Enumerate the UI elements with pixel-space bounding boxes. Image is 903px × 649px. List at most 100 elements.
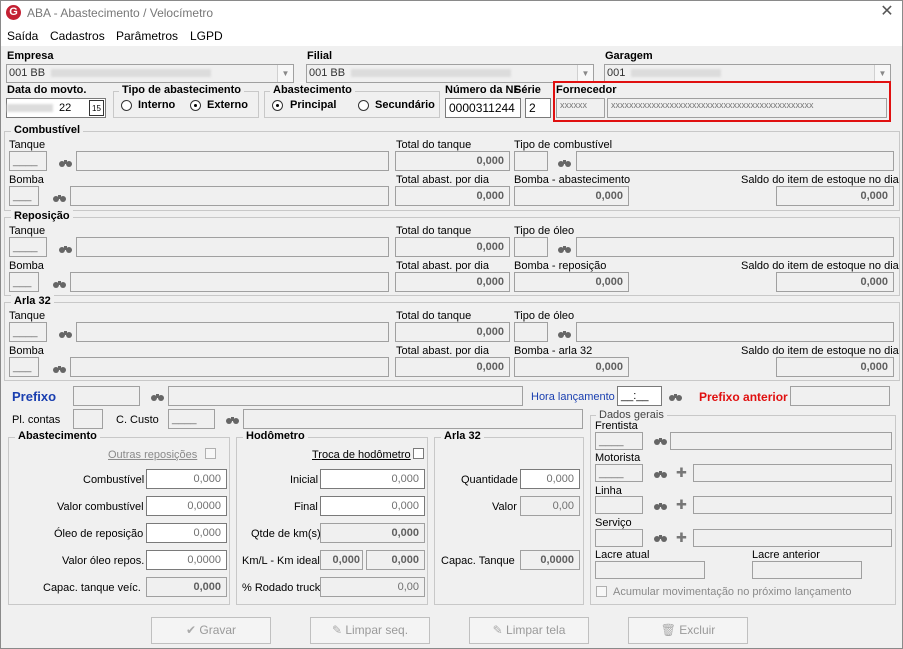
filial-select[interactable]: 001 BB ▼: [306, 64, 594, 83]
binoculars-icon[interactable]: [53, 279, 66, 289]
motorista-input[interactable]: ____: [595, 464, 643, 482]
reposicao-tipo-input[interactable]: [514, 237, 548, 257]
servico-label: Serviço: [595, 517, 632, 529]
quantidade-input[interactable]: 0,000: [520, 469, 580, 489]
prefixo-input[interactable]: [73, 386, 140, 406]
limpar-seq-button[interactable]: ✎ Limpar seq.: [310, 617, 430, 644]
binoculars-icon[interactable]: [226, 415, 239, 425]
tipo-label: Tipo de abastecimento: [119, 84, 244, 96]
acumular-checkbox[interactable]: [596, 586, 607, 597]
binoculars-icon[interactable]: [53, 193, 66, 203]
binoculars-icon[interactable]: [654, 469, 667, 479]
hora-label: Hora lançamento: [531, 391, 615, 403]
menu-lgpd[interactable]: LGPD: [190, 29, 223, 43]
binoculars-icon[interactable]: [654, 501, 667, 511]
hora-input[interactable]: __:__: [617, 386, 662, 406]
limpar-tela-button[interactable]: ✎ Limpar tela: [469, 617, 589, 644]
combustivel-label: Combustível: [83, 474, 145, 486]
principal-label: Principal: [290, 99, 337, 111]
reposicao-tanque-input[interactable]: ____: [9, 237, 47, 257]
binoculars-icon[interactable]: [59, 329, 72, 339]
excluir-button[interactable]: 🗑 Excluir: [628, 617, 748, 644]
combustivel-title: Combustível: [11, 124, 84, 136]
reposicao-total-tanque-label: Total do tanque: [396, 225, 472, 237]
inicial-input[interactable]: 0,000: [320, 469, 425, 489]
binoculars-icon[interactable]: [53, 364, 66, 374]
close-icon[interactable]: ✕: [878, 3, 896, 21]
oleo-reposicao-input[interactable]: 0,000: [146, 523, 227, 543]
reposicao-total-dia-field: 0,000: [395, 272, 510, 292]
radio-externo[interactable]: [190, 100, 201, 111]
nf-input[interactable]: 0000311244: [445, 98, 521, 118]
reposicao-saldo-field: 0,000: [776, 272, 894, 292]
arla-bomba-label: Bomba: [9, 345, 44, 357]
combustivel-tipo-desc: [576, 151, 894, 171]
c-custo-desc-field: [243, 409, 583, 429]
combustivel-tanque-input[interactable]: ____: [9, 151, 47, 171]
reposicao-bomba-desc: [70, 272, 389, 292]
linha-desc-field: [693, 496, 892, 514]
valor-oleo-input[interactable]: 0,0000: [146, 550, 227, 570]
c-custo-input[interactable]: ____: [168, 409, 215, 429]
combustivel-input[interactable]: 0,000: [146, 469, 227, 489]
reposicao-tipo-label: Tipo de óleo: [514, 225, 575, 237]
combustivel-total-dia-label: Total abast. por dia: [396, 174, 489, 186]
linha-input[interactable]: [595, 496, 643, 514]
menu-cadastros[interactable]: Cadastros: [50, 29, 105, 43]
troca-hodometro-label: Troca de hodômetro: [312, 449, 411, 461]
radio-principal[interactable]: [272, 100, 283, 111]
binoculars-icon[interactable]: [59, 244, 72, 254]
combustivel-tanque-desc: [76, 151, 389, 171]
valor-combustivel-input[interactable]: 0,0000: [146, 496, 227, 516]
fornecedor-highlight: [553, 81, 891, 122]
binoculars-icon[interactable]: [669, 392, 682, 402]
title-bar: G ABA - Abastecimento / Velocímetro ✕: [0, 0, 903, 27]
data-field[interactable]: 22 15: [6, 98, 106, 118]
binoculars-icon[interactable]: [558, 158, 571, 168]
combustivel-bomba-input[interactable]: ___: [9, 186, 39, 206]
lacre-atual-input[interactable]: [595, 561, 705, 579]
menu-parametros[interactable]: Parâmetros: [116, 29, 178, 43]
radio-interno[interactable]: [121, 100, 132, 111]
binoculars-icon[interactable]: [59, 158, 72, 168]
chevron-down-icon: ▼: [577, 65, 593, 82]
reposicao-bomba-x-field: 0,000: [514, 272, 629, 292]
pl-contas-input[interactable]: [73, 409, 103, 429]
arla-tanque-input[interactable]: ____: [9, 322, 47, 342]
arla-bomba-input[interactable]: ___: [9, 357, 39, 377]
qtde-km-field: 0,000: [320, 523, 425, 543]
binoculars-icon[interactable]: [558, 329, 571, 339]
combustivel-saldo-field: 0,000: [776, 186, 894, 206]
servico-input[interactable]: [595, 529, 643, 547]
combustivel-tipo-input[interactable]: [514, 151, 548, 171]
binoculars-icon[interactable]: [654, 533, 667, 543]
outras-reposicoes-checkbox[interactable]: [205, 448, 216, 459]
serie-input[interactable]: 2: [525, 98, 551, 118]
data-label: Data do movto.: [7, 84, 87, 96]
add-icon[interactable]: ✚: [676, 465, 687, 481]
reposicao-bomba-input[interactable]: ___: [9, 272, 39, 292]
calendar-icon[interactable]: 15: [89, 100, 104, 116]
filial-value: 001 BB: [309, 67, 512, 79]
gravar-button[interactable]: ✔ Gravar: [151, 617, 271, 644]
binoculars-icon[interactable]: [151, 392, 164, 402]
frentista-input[interactable]: ____: [595, 432, 643, 450]
kml-field: 0,000: [320, 550, 363, 570]
radio-secundario[interactable]: [358, 100, 369, 111]
arla-total-dia-field: 0,000: [395, 357, 510, 377]
arla-title: Arla 32: [441, 430, 484, 442]
add-icon[interactable]: ✚: [676, 497, 687, 513]
broom-icon: ✎: [492, 623, 503, 637]
troca-hodometro-checkbox[interactable]: [413, 448, 424, 459]
c-custo-label: C. Custo: [116, 414, 159, 426]
motorista-label: Motorista: [595, 452, 641, 464]
menu-saida[interactable]: Saída: [7, 29, 38, 43]
empresa-select[interactable]: 001 BB ▼: [6, 64, 294, 83]
arla-saldo-label: Saldo do item de estoque no dia: [741, 345, 899, 357]
binoculars-icon[interactable]: [558, 244, 571, 254]
binoculars-icon[interactable]: [654, 436, 667, 446]
reposicao-bomba-label: Bomba: [9, 260, 44, 272]
final-input[interactable]: 0,000: [320, 496, 425, 516]
add-icon[interactable]: ✚: [676, 530, 687, 546]
arla-tipo-input[interactable]: [514, 322, 548, 342]
